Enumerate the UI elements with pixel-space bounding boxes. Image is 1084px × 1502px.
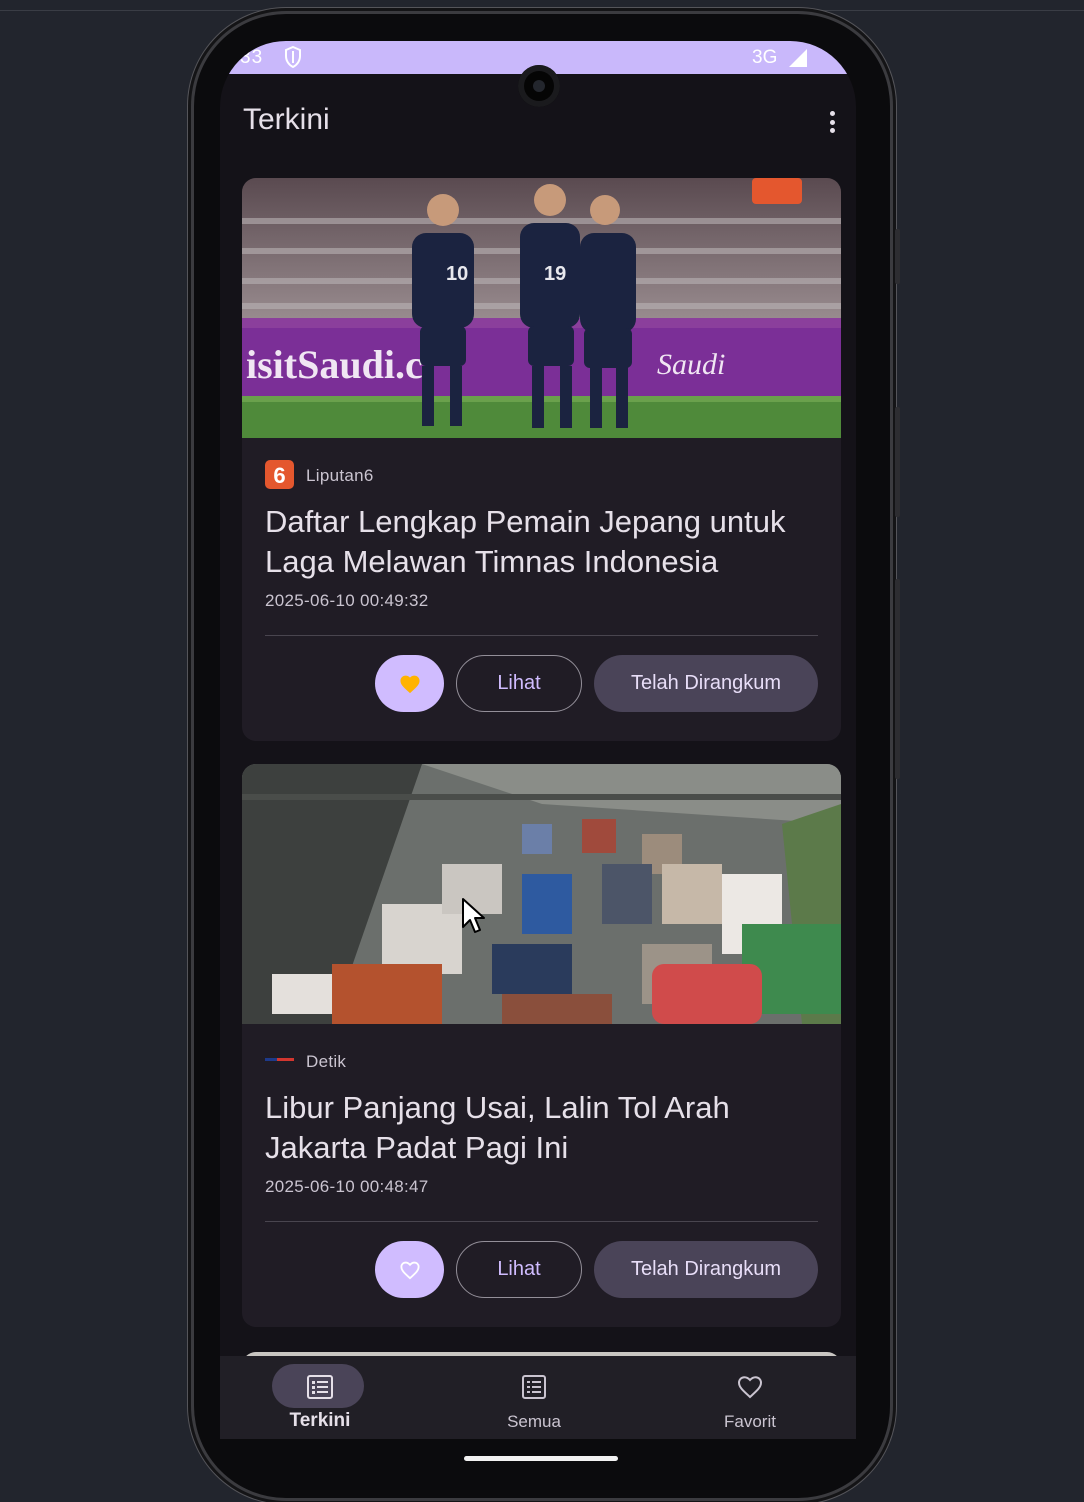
status-time: 33 <box>240 47 264 68</box>
more-options-icon[interactable] <box>826 111 838 137</box>
phone-frame: 33 3G Terkini isitSaudi.c Saudi 10 19 6 … <box>194 14 900 1498</box>
article-date: 2025-06-10 00:49:32 <box>265 591 429 610</box>
app-screen: 33 3G Terkini isitSaudi.c Saudi 10 19 6 … <box>220 41 856 1439</box>
page-title: Terkini <box>243 103 330 136</box>
network-type: 3G <box>752 47 778 68</box>
nav-item-terkini[interactable]: Terkini <box>220 1356 420 1439</box>
news-feed[interactable]: isitSaudi.c Saudi 10 19 6 Liputan6 Dafta… <box>220 178 856 1356</box>
svg-text:Saudi: Saudi <box>657 348 725 381</box>
news-card[interactable]: isitSaudi.c Saudi 10 19 6 Liputan6 Dafta… <box>242 178 841 741</box>
summarized-button[interactable]: Telah Dirangkum <box>594 1241 818 1298</box>
news-list-icon <box>307 1375 333 1399</box>
favorite-button[interactable] <box>375 655 444 712</box>
source-name: Detik <box>306 1052 347 1071</box>
mouse-cursor-icon <box>462 898 485 933</box>
article-image[interactable]: isitSaudi.c Saudi 10 19 <box>242 178 841 438</box>
article-image[interactable] <box>242 764 841 1024</box>
liputan6-logo-icon: 6 <box>265 460 294 489</box>
detik-logo-icon <box>265 1058 294 1061</box>
favorite-button[interactable] <box>375 1241 444 1298</box>
summarized-button[interactable]: Telah Dirangkum <box>594 655 818 712</box>
power-button <box>895 579 900 779</box>
nav-label: Semua <box>507 1412 561 1431</box>
nav-label: Terkini <box>289 1410 351 1431</box>
view-button[interactable]: Lihat <box>456 655 582 712</box>
heart-icon <box>737 1376 763 1399</box>
side-button-top <box>895 229 900 284</box>
bottom-navigation: Terkini Semua Favorit <box>220 1356 856 1439</box>
source-name: Liputan6 <box>306 466 374 485</box>
shield-icon <box>285 46 301 68</box>
heart-filled-icon <box>399 675 420 693</box>
signal-icon <box>789 49 807 67</box>
nav-item-semua[interactable]: Semua <box>434 1356 634 1439</box>
view-button[interactable]: Lihat <box>456 1241 582 1298</box>
news-card[interactable]: Detik Libur Panjang Usai, Lalin Tol Arah… <box>242 764 841 1327</box>
svg-text:6: 6 <box>273 463 285 488</box>
svg-text:isitSaudi.c: isitSaudi.c <box>246 342 423 387</box>
divider <box>265 635 818 636</box>
volume-button <box>895 407 900 517</box>
article-title[interactable]: Libur Panjang Usai, Lalin Tol Arah Jakar… <box>265 1088 825 1168</box>
backdrop-line <box>0 10 1084 11</box>
heart-outline-icon <box>399 1261 420 1279</box>
nav-item-favorit[interactable]: Favorit <box>650 1356 850 1439</box>
list-icon <box>522 1375 546 1399</box>
front-camera <box>518 65 560 107</box>
divider <box>265 1221 818 1222</box>
svg-text:10: 10 <box>446 263 468 285</box>
article-title[interactable]: Daftar Lengkap Pemain Jepang untuk Laga … <box>265 502 825 582</box>
article-date: 2025-06-10 00:48:47 <box>265 1177 429 1196</box>
nav-label: Favorit <box>724 1412 776 1431</box>
svg-text:19: 19 <box>544 263 566 285</box>
gesture-bar[interactable] <box>464 1456 618 1461</box>
